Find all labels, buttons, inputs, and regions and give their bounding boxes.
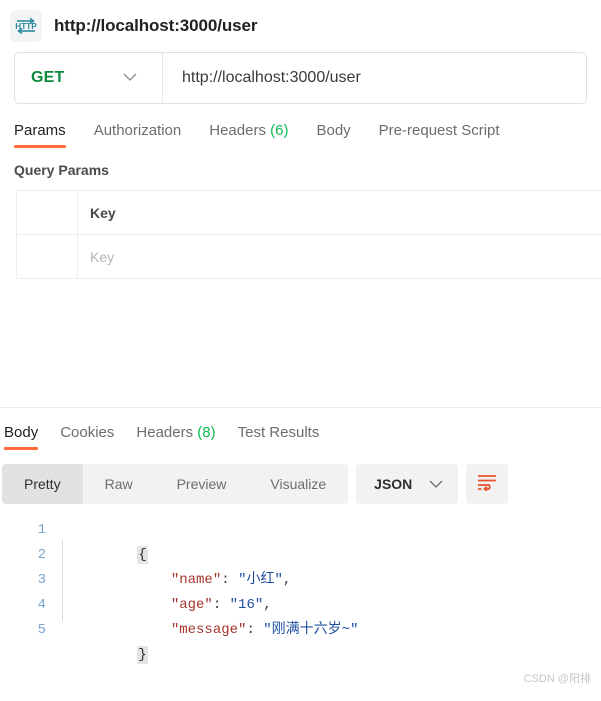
query-params-table: Key Key <box>16 190 601 279</box>
json-close-brace: } <box>137 646 148 664</box>
line-number: 2 <box>37 547 46 563</box>
tab-body-label: Body <box>316 122 351 139</box>
word-wrap-icon <box>476 473 498 496</box>
page-title: http://localhost:3000/user <box>54 16 258 35</box>
response-tab-cookies-label: Cookies <box>60 424 115 441</box>
code-fold-column <box>56 518 70 643</box>
response-format-selector[interactable]: JSON <box>356 464 459 504</box>
response-tabs: Body Cookies Headers (8) Test Results <box>0 416 601 450</box>
tab-params[interactable]: Params <box>14 122 66 148</box>
postman-request-response-view: HTTP http://localhost:3000/user GET http… <box>0 0 601 701</box>
query-params-title: Query Params <box>14 162 109 178</box>
code-indent-guide <box>62 540 63 621</box>
response-body-viewer[interactable]: 1 2 3 4 5 { "name": "小红", "age": "16", "… <box>0 518 601 664</box>
watermark: CSDN @阳排 <box>523 673 591 685</box>
code-line: "name": "小红", <box>70 543 601 588</box>
json-separator: : <box>246 622 264 638</box>
response-tab-test-results[interactable]: Test Results <box>238 424 320 450</box>
tab-body[interactable]: Body <box>316 122 350 148</box>
tab-authorization[interactable]: Authorization <box>94 122 182 148</box>
tab-pre-request-script-label: Pre-request Script <box>378 122 500 139</box>
line-number: 5 <box>37 622 46 638</box>
chevron-down-icon <box>428 476 444 492</box>
response-tab-cookies[interactable]: Cookies <box>60 424 114 450</box>
json-value: "16" <box>229 597 264 613</box>
tab-headers[interactable]: Headers (6) <box>209 122 288 148</box>
http-method-label: GET <box>31 69 65 86</box>
chevron-down-icon <box>122 69 138 87</box>
json-key: "age" <box>170 597 213 613</box>
response-tab-headers-count: (8) <box>197 424 216 441</box>
view-mode-preview[interactable]: Preview <box>155 464 249 504</box>
response-format-toolbar: Pretty Raw Preview Visualize JSON <box>0 464 509 504</box>
http-protocol-icon: HTTP <box>10 10 42 42</box>
http-method-selector[interactable]: GET <box>15 53 163 103</box>
url-bar: GET http://localhost:3000/user <box>14 52 587 104</box>
json-key: "message" <box>170 622 247 638</box>
column-header-key: Key <box>90 204 116 221</box>
json-key: "name" <box>170 572 222 588</box>
tab-headers-label: Headers <box>209 122 266 139</box>
line-number: 3 <box>37 572 46 588</box>
tab-headers-count: (6) <box>270 122 289 139</box>
table-header-row: Key <box>17 191 601 235</box>
select-all-checkbox-cell[interactable] <box>17 191 78 234</box>
row-checkbox-cell[interactable] <box>17 235 78 278</box>
tab-pre-request-script[interactable]: Pre-request Script <box>379 122 500 148</box>
json-comma: , <box>263 597 272 613</box>
json-value: "小红" <box>238 572 283 588</box>
json-comma: , <box>282 572 292 588</box>
request-tabs: Params Authorization Headers (6) Body Pr… <box>0 104 601 148</box>
json-open-brace: { <box>137 546 148 564</box>
json-separator: : <box>212 597 230 613</box>
response-tab-test-results-label: Test Results <box>237 424 320 441</box>
line-number-gutter: 1 2 3 4 5 <box>0 518 56 643</box>
response-tab-body-label: Body <box>4 424 39 441</box>
section-divider <box>0 407 601 408</box>
url-bar-container: GET http://localhost:3000/user <box>0 46 601 104</box>
line-number: 1 <box>37 522 46 538</box>
svg-text:HTTP: HTTP <box>15 22 37 31</box>
json-value: "刚满十六岁~" <box>263 622 359 638</box>
view-mode-group: Pretty Raw Preview Visualize <box>2 464 349 504</box>
code-line: { <box>70 518 601 564</box>
code-lines: { "name": "小红", "age": "16", "message": … <box>70 518 601 664</box>
view-mode-raw[interactable]: Raw <box>83 464 155 504</box>
line-number: 4 <box>37 597 46 613</box>
table-row: Key <box>17 235 601 279</box>
response-format-label: JSON <box>374 476 413 492</box>
param-key-input[interactable]: Key <box>78 235 601 278</box>
response-tab-headers-label: Headers <box>136 424 194 441</box>
request-header: HTTP http://localhost:3000/user <box>0 0 601 46</box>
tab-params-label: Params <box>14 122 66 139</box>
view-mode-visualize[interactable]: Visualize <box>248 464 348 504</box>
tab-authorization-label: Authorization <box>93 122 182 139</box>
word-wrap-button[interactable] <box>466 464 509 504</box>
response-tab-body[interactable]: Body <box>4 424 39 450</box>
response-tab-headers[interactable]: Headers (8) <box>136 424 215 450</box>
url-input[interactable]: http://localhost:3000/user <box>163 53 586 103</box>
view-mode-pretty[interactable]: Pretty <box>2 464 83 504</box>
json-separator: : <box>221 572 239 588</box>
